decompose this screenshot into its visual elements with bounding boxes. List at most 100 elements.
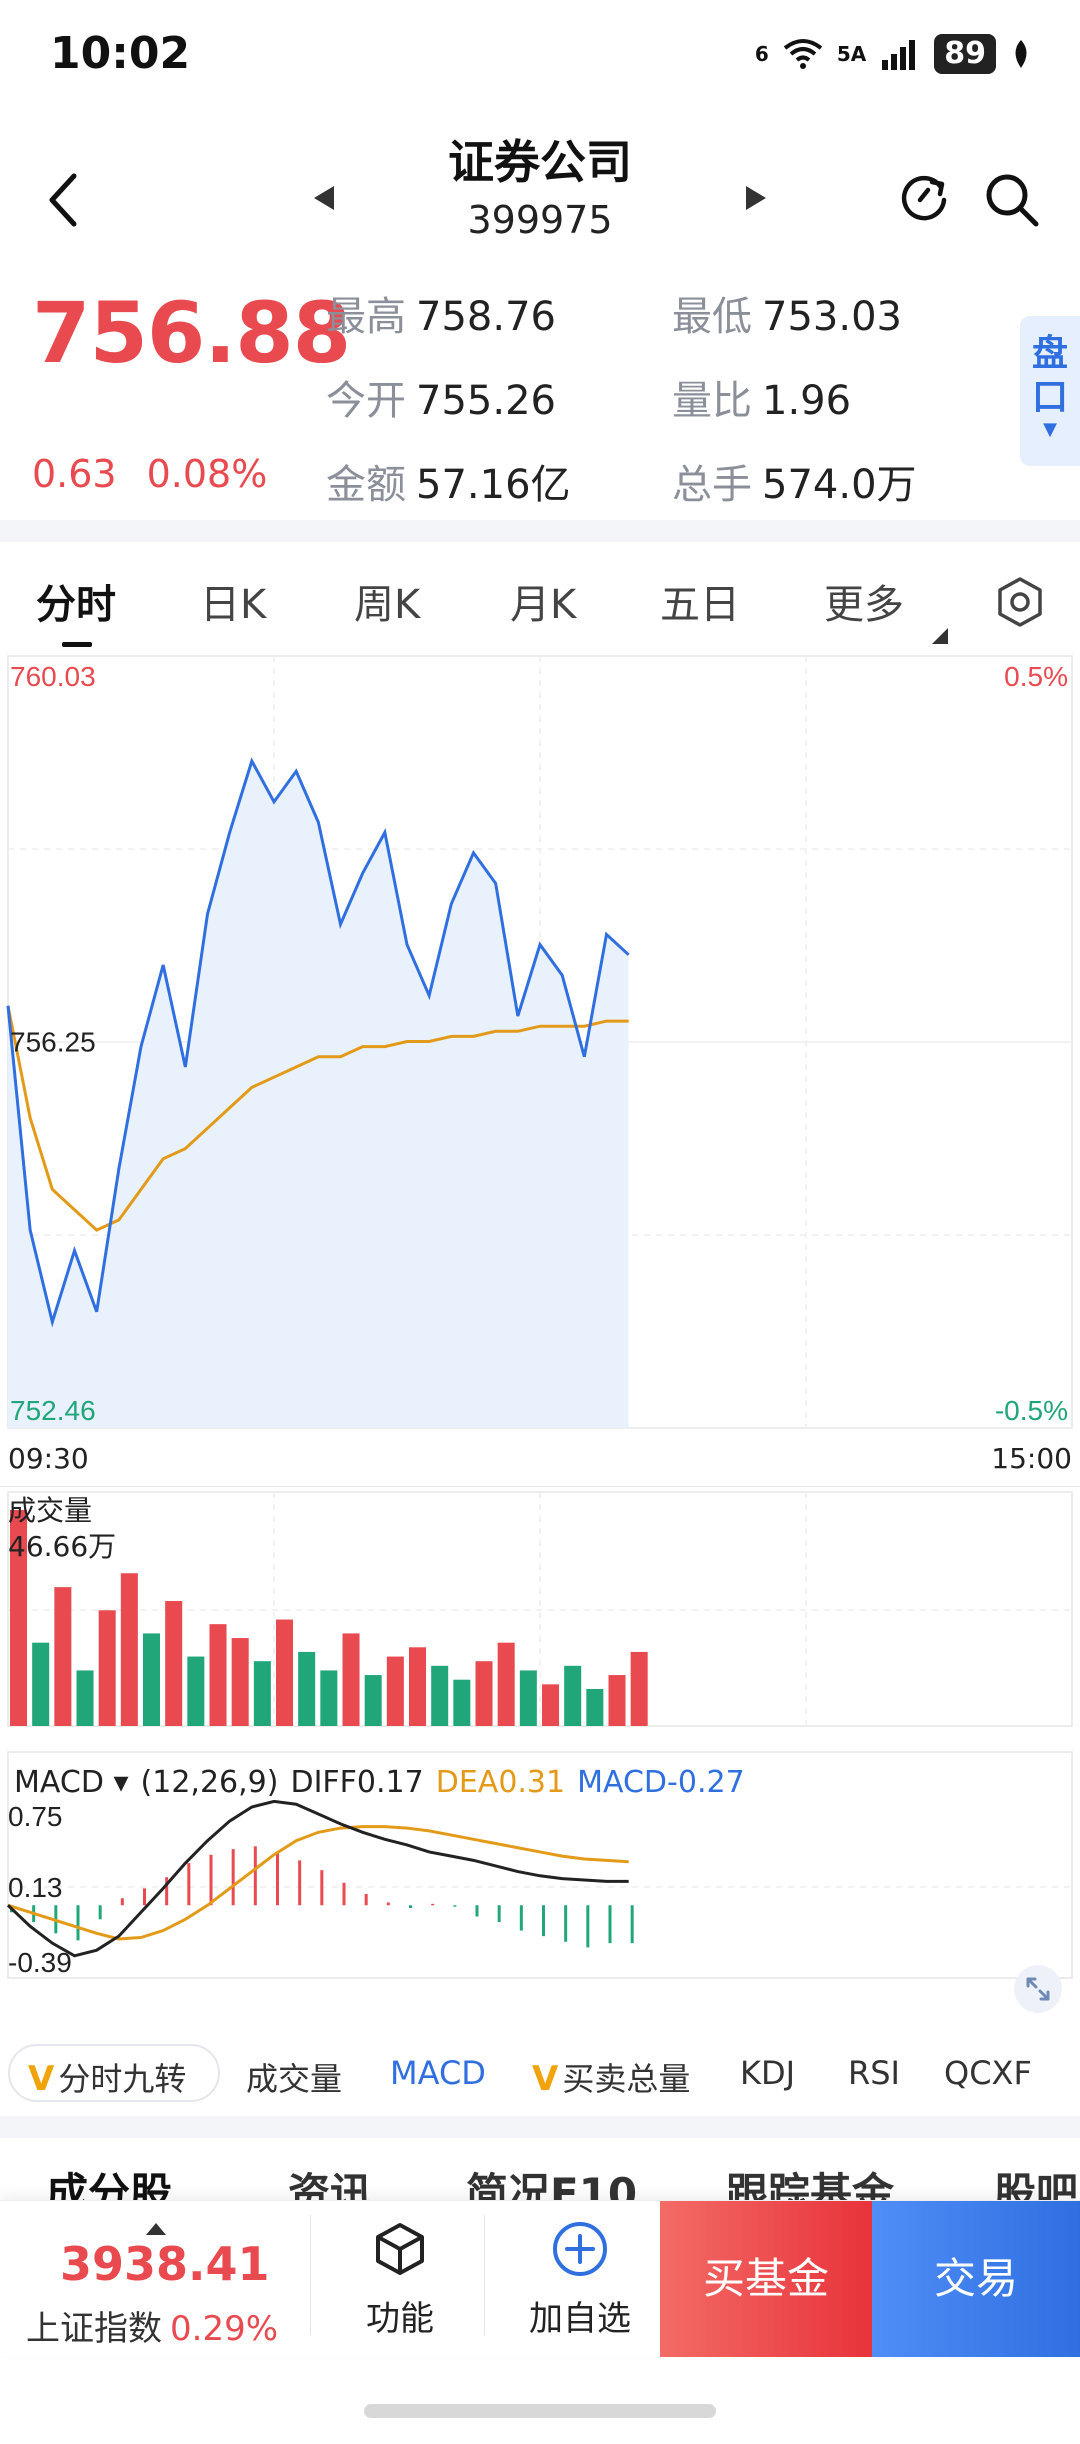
indicator-qcxf[interactable]: QCXF (944, 2054, 1032, 2092)
macd-params: (12,26,9) (140, 1765, 279, 1800)
macd-y-tick-low: -0.39 (8, 1947, 72, 1978)
period-tabs: 分时 日K 周K 月K 五日 更多 (0, 560, 1080, 650)
volume-bar (386, 1656, 404, 1726)
volume-bar (320, 1670, 338, 1726)
macd-histogram-bar (475, 1905, 479, 1917)
tab-intraday[interactable]: 分时 (36, 572, 116, 630)
macd-y-tick-high: 0.75 (8, 1801, 63, 1832)
stat-low-label: 最低 (672, 294, 752, 340)
macd-histogram-bar (431, 1903, 435, 1906)
indicator-kdj[interactable]: KDJ (740, 2054, 795, 2092)
order-book-caret-icon: ▼ (1043, 419, 1057, 440)
right-pct-high: 0.5% (1004, 661, 1068, 692)
status-time: 10:02 (50, 28, 191, 79)
section-f10[interactable]: 简况F10 (466, 2160, 637, 2200)
x-tick-close: 15:00 (991, 1442, 1072, 1475)
v-badge-icon: V (532, 2059, 559, 2099)
macd-histogram-bar (630, 1905, 634, 1944)
chart-area: 760.03 756.25 752.46 0.5% -0.5% 成交量 46.66万 0.… (0, 650, 1080, 2030)
macd-histogram-bar (76, 1905, 80, 1941)
macd-histogram-bar (564, 1905, 568, 1942)
stat-open-label: 今开 (326, 378, 406, 424)
index-price: 3938.41 (60, 2237, 270, 2291)
volume-bar (431, 1665, 449, 1726)
macd-histogram-bar (143, 1888, 146, 1906)
tab-weekly-k[interactable]: 周K (354, 572, 420, 630)
macd-selector[interactable]: MACD ▾ (14, 1765, 129, 1800)
right-pct-low: -0.5% (995, 1395, 1068, 1426)
volume-bar (187, 1656, 205, 1726)
volume-bar (608, 1675, 626, 1726)
macd-y-tick-mid: 0.13 (8, 1872, 63, 1903)
volume-chart[interactable]: 成交量46.66万 (0, 1490, 1080, 1730)
macd-histogram-bar (586, 1905, 590, 1948)
stat-high-label: 最高 (326, 294, 406, 340)
tab-daily-k[interactable]: 日K (200, 572, 266, 630)
price-change: 0.63 0.08% (32, 452, 297, 496)
divider (484, 2215, 485, 2335)
macd-histogram-bar (187, 1863, 191, 1906)
section-news[interactable]: 资讯 (288, 2160, 372, 2200)
index-name: 上证指数 0.29% (26, 2301, 278, 2350)
volume-bar (630, 1651, 648, 1726)
back-icon[interactable] (40, 170, 90, 230)
macd-histogram-bar (364, 1894, 368, 1906)
macd-histogram-bar (298, 1860, 302, 1906)
macd-histogram-bar (409, 1905, 412, 1909)
section-tracking-funds[interactable]: 跟踪基金 (726, 2160, 894, 2200)
add-watchlist-button[interactable]: 加自选 (500, 2219, 660, 2340)
refresh-icon[interactable] (896, 170, 952, 226)
settings-icon[interactable] (996, 576, 1044, 628)
indicator-nine-turns[interactable]: V 分时九转 (28, 2054, 186, 2100)
section-tabs: 成分股 资讯 简况F10 跟踪基金 股吧 (0, 2150, 1080, 2200)
trade-button[interactable]: 交易 (872, 2201, 1080, 2357)
stat-total-hands-label: 总手 (672, 462, 752, 508)
signal-label: 5A (836, 42, 867, 66)
volume-bar (564, 1665, 582, 1726)
wifi-label: 6 (754, 42, 769, 66)
stat-vol-ratio: 量比 1.96 (672, 368, 851, 426)
indicator-rsi[interactable]: RSI (848, 2054, 900, 2092)
current-price: 756.88 (32, 284, 351, 382)
home-indicator (364, 2404, 716, 2418)
order-book-tab[interactable]: 盘口 ▼ (1020, 316, 1080, 466)
add-watchlist-label: 加自选 (529, 2299, 631, 2339)
indicator-macd[interactable]: MACD (390, 2054, 486, 2092)
next-stock-arrow-icon[interactable] (742, 182, 770, 214)
diff-line (6, 1799, 629, 1958)
search-icon[interactable] (982, 170, 1042, 230)
macd-histogram-bar (608, 1905, 612, 1944)
volume-bar (209, 1624, 227, 1726)
section-constituents[interactable]: 成分股 (46, 2160, 172, 2200)
function-button-label: 功能 (366, 2299, 434, 2339)
stat-vol-ratio-label: 量比 (672, 378, 752, 424)
battery-indicator: 89 (934, 34, 996, 74)
tab-more[interactable]: 更多 (824, 572, 904, 630)
macd-histogram-bar (209, 1854, 213, 1906)
buy-fund-button[interactable]: 买基金 (660, 2201, 872, 2357)
indicator-buy-sell-total[interactable]: V 买卖总量 (532, 2054, 690, 2100)
volume-bar (475, 1661, 493, 1726)
bottom-bar: 3938.41 上证指数 0.29% 功能 加自选 买基金 交易 (0, 2200, 1080, 2357)
indicator-volume[interactable]: 成交量 (246, 2054, 342, 2100)
function-button[interactable]: 功能 (330, 2219, 470, 2340)
volume-bar (98, 1610, 116, 1726)
tab-monthly-k[interactable]: 月K (510, 572, 576, 630)
expand-chart-icon[interactable] (1014, 1965, 1062, 2013)
volume-bar (298, 1651, 316, 1726)
stat-low-value: 753.03 (762, 294, 902, 340)
volume-bar (120, 1573, 138, 1726)
tab-five-day[interactable]: 五日 (660, 572, 740, 630)
macd-histogram-bar (120, 1898, 124, 1906)
indicator-bar: V 分时九转 成交量 MACD V 买卖总量 KDJ RSI QCXF (0, 2040, 1080, 2110)
volume-title: 成交量 (8, 1494, 92, 1527)
stat-total-hands: 总手 574.0万 (672, 452, 917, 510)
section-forum[interactable]: 股吧 (994, 2160, 1078, 2200)
intraday-price-chart[interactable]: 760.03 756.25 752.46 0.5% -0.5% (0, 650, 1080, 1430)
price-area-fill (8, 761, 629, 1428)
macd-histogram-bar (497, 1905, 501, 1923)
volume-bar (143, 1633, 161, 1726)
indicator-buy-sell-total-label: 买卖总量 (562, 2060, 691, 2098)
expand-up-icon (146, 2223, 166, 2235)
quote-panel: 756.88 0.63 0.08% 最高 758.76 最低 753.03 今开 755… (0, 270, 1080, 520)
